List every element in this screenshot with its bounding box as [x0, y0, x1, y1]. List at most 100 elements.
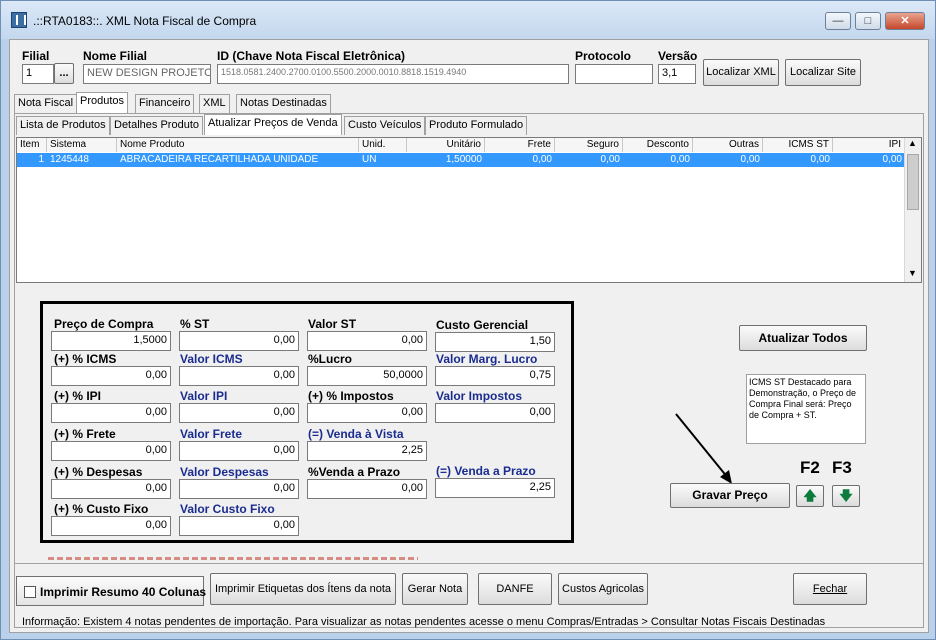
filial-field[interactable]: 1: [22, 64, 54, 84]
pct-lucro-field[interactable]: 50,0000: [307, 366, 427, 386]
window-title: .::RTA0183::. XML Nota Fiscal de Compra: [33, 14, 257, 28]
atualizar-todos-button[interactable]: Atualizar Todos: [739, 325, 867, 351]
grid-cell: 1,50000: [445, 154, 482, 165]
valor-ipi-field[interactable]: 0,00: [179, 403, 299, 423]
pct-icms-label: (+) % ICMS: [54, 352, 117, 366]
valor-st-field[interactable]: 0,00: [307, 331, 427, 351]
valor-frete-label: Valor Frete: [180, 427, 243, 441]
valor-frete-field[interactable]: 0,00: [179, 441, 299, 461]
grid-scrollbar[interactable]: ▲ ▼: [904, 138, 921, 282]
grid-header[interactable]: Nome Produto: [117, 138, 359, 152]
custo-gerencial-label: Custo Gerencial: [436, 318, 529, 332]
tab-custo-veiculos[interactable]: Custo Veículos: [344, 116, 426, 135]
pct-venda-prazo-field[interactable]: 0,00: [307, 479, 427, 499]
scroll-up-icon[interactable]: ▲: [908, 138, 917, 148]
versao-field[interactable]: 3,1: [658, 64, 696, 84]
scroll-down-icon[interactable]: ▼: [908, 268, 917, 278]
pct-lucro-label: %Lucro: [308, 352, 353, 366]
venda-vista-field[interactable]: 2,25: [307, 441, 427, 461]
chave-field[interactable]: 1518.0581.2400.2700.0100.5500.2000.0010.…: [217, 64, 569, 84]
arrow-down-icon[interactable]: 🡇: [832, 485, 860, 507]
danfe-button[interactable]: DANFE: [478, 573, 552, 605]
filial-lookup-button[interactable]: ...: [54, 63, 74, 84]
pct-venda-prazo-label: %Venda a Prazo: [308, 465, 401, 479]
pct-ipi-field[interactable]: 0,00: [51, 403, 171, 423]
venda-prazo-label: (=) Venda a Prazo: [436, 464, 536, 478]
imprimir-resumo-checkbox[interactable]: [24, 586, 36, 598]
tab-lista-produtos[interactable]: Lista de Produtos: [16, 116, 110, 135]
pct-ipi-label: (+) % IPI: [54, 389, 102, 403]
pct-despesas-field[interactable]: 0,00: [51, 479, 171, 499]
valor-marg-lucro-label: Valor Marg. Lucro: [436, 352, 538, 366]
protocolo-label: Protocolo: [575, 49, 631, 63]
grid-header[interactable]: Seguro: [555, 138, 623, 152]
fechar-button[interactable]: Fechar: [793, 573, 867, 605]
grid-header[interactable]: Sistema: [47, 138, 117, 152]
protocolo-field[interactable]: [575, 64, 653, 84]
valor-despesas-label: Valor Despesas: [180, 465, 269, 479]
tab-detalhes-produto[interactable]: Detalhes Produto: [110, 116, 203, 135]
localizar-site-button[interactable]: Localizar Site: [785, 59, 861, 86]
tab-financeiro[interactable]: Financeiro: [135, 94, 195, 113]
minimize-icon[interactable]: —: [825, 12, 851, 30]
pct-impostos-label: (+) % Impostos: [308, 389, 394, 403]
pct-despesas-label: (+) % Despesas: [54, 465, 143, 479]
grid-header[interactable]: Unitário: [407, 138, 485, 152]
pct-icms-field[interactable]: 0,00: [51, 366, 171, 386]
tab-notas-destinadas[interactable]: Notas Destinadas: [236, 94, 331, 113]
grid-header[interactable]: Desconto: [623, 138, 693, 152]
valor-ipi-label: Valor IPI: [180, 389, 228, 403]
grid-cell: 0,00: [810, 154, 830, 165]
arrow-up-icon[interactable]: 🡅: [796, 485, 824, 507]
status-message: Informação: Existem 4 notas pendentes de…: [22, 616, 826, 628]
valor-impostos-field[interactable]: 0,00: [435, 403, 555, 423]
versao-label: Versão: [658, 49, 698, 63]
localizar-xml-button[interactable]: Localizar XML: [703, 59, 779, 86]
tab-produto-formulado[interactable]: Produto Formulado: [425, 116, 528, 135]
maximize-icon[interactable]: □: [855, 12, 881, 30]
nome-filial-field[interactable]: NEW DESIGN PROJETO SI: [83, 64, 211, 84]
tab-atualizar-precos[interactable]: Atualizar Preços de Venda: [204, 114, 342, 135]
f3-label: F3: [832, 458, 852, 477]
grid-header[interactable]: IPI: [833, 138, 905, 152]
valor-despesas-field[interactable]: 0,00: [179, 479, 299, 499]
custo-gerencial-field[interactable]: 1,50: [435, 332, 555, 352]
grid-cell: 0,00: [670, 154, 690, 165]
grid-header[interactable]: Item: [17, 138, 47, 152]
valor-marg-lucro-field[interactable]: 0,75: [435, 366, 555, 386]
pct-custo-fixo-field[interactable]: 0,00: [51, 516, 171, 536]
grid-header[interactable]: Unid.: [359, 138, 407, 152]
main-tabs: Nota Fiscal Produtos Financeiro XML Nota…: [14, 92, 924, 114]
close-icon[interactable]: ✕: [885, 12, 925, 30]
grid-cell: 1245448: [50, 154, 89, 165]
valor-custo-fixo-label: Valor Custo Fixo: [180, 502, 275, 516]
grid-header[interactable]: ICMS ST: [763, 138, 833, 152]
preco-compra-field[interactable]: 1,5000: [51, 331, 171, 351]
pct-frete-field[interactable]: 0,00: [51, 441, 171, 461]
tab-nota-fiscal[interactable]: Nota Fiscal: [14, 94, 78, 113]
custos-agricolas-button[interactable]: Custos Agricolas: [558, 573, 648, 605]
tab-produtos[interactable]: Produtos: [76, 92, 129, 113]
gerar-nota-button[interactable]: Gerar Nota: [402, 573, 468, 605]
grid-cell: UN: [362, 154, 377, 165]
grid-cell: 0,00: [532, 154, 552, 165]
tab-xml[interactable]: XML: [199, 94, 230, 113]
grid-header[interactable]: Outras: [693, 138, 763, 152]
app-window: .::RTA0183::. XML Nota Fiscal de Compra …: [0, 0, 936, 640]
imprimir-resumo-label[interactable]: Imprimir Resumo 40 Colunas: [40, 585, 206, 599]
valor-icms-field[interactable]: 0,00: [179, 366, 299, 386]
pct-st-field[interactable]: 0,00: [179, 331, 299, 351]
scroll-thumb[interactable]: [907, 154, 919, 210]
valor-custo-fixo-field[interactable]: 0,00: [179, 516, 299, 536]
pct-frete-label: (+) % Frete: [54, 427, 116, 441]
imprimir-etiquetas-button[interactable]: Imprimir Etiquetas dos Ítens da nota: [210, 573, 396, 605]
gravar-preco-button[interactable]: Gravar Preço: [670, 483, 790, 508]
grid-header[interactable]: Frete: [485, 138, 555, 152]
filial-label: Filial: [22, 49, 50, 63]
products-grid[interactable]: Item Sistema Nome Produto Unid. Unitário…: [16, 137, 922, 283]
pointer-arrow-icon: [675, 413, 732, 484]
f2-label: F2: [800, 458, 820, 477]
venda-prazo-field[interactable]: 2,25: [435, 478, 555, 498]
icms-info-box: ICMS ST Destacado para Demonstração, o P…: [746, 374, 866, 444]
pct-impostos-field[interactable]: 0,00: [307, 403, 427, 423]
